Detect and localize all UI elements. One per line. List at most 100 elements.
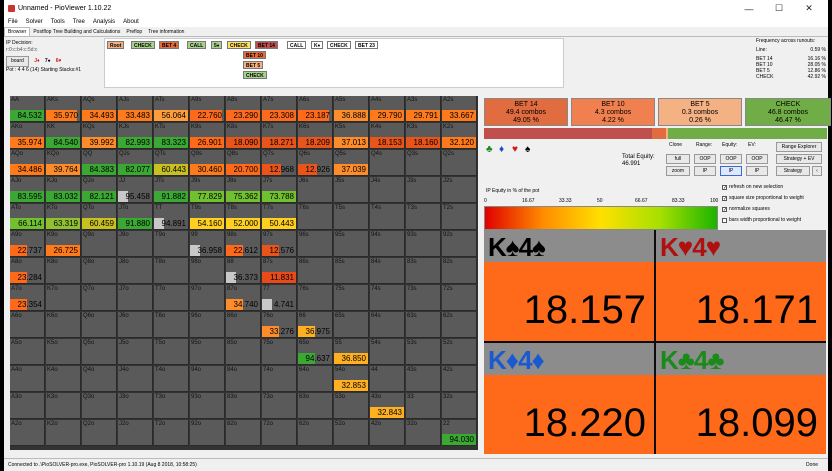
hand-cell[interactable]: QTs 60.443 <box>154 150 189 176</box>
hand-cell[interactable]: JTo 91.880 <box>118 204 153 230</box>
action-button-call[interactable]: CALL <box>287 41 307 49</box>
hand-cell[interactable]: Q9o <box>82 231 117 257</box>
hand-cell[interactable]: 93s <box>406 231 441 257</box>
hand-cell[interactable]: A8s 23.290 <box>226 96 261 122</box>
action-sub-bet-5[interactable]: BET 5 <box>243 61 264 69</box>
hand-cell[interactable]: 44 <box>370 366 405 392</box>
hand-cell[interactable]: 65o 94.637 <box>298 339 333 365</box>
hand-cell[interactable]: 55 36.850 <box>334 339 369 365</box>
action-button-bet-14[interactable]: BET 14 <box>255 41 278 49</box>
action-button-root[interactable]: Root <box>107 41 125 49</box>
strategy-box-bet-10[interactable]: BET 10 4.3 combos 4.22 % <box>571 98 655 126</box>
collapse-arrow-button[interactable]: ‹ <box>812 166 822 176</box>
hand-cell[interactable]: T5s <box>334 204 369 230</box>
hand-cell[interactable]: J5o <box>118 339 153 365</box>
hand-cell[interactable]: ATs 56.064 <box>154 96 189 122</box>
hand-cell[interactable]: T9s 54.160 <box>190 204 225 230</box>
hand-cell[interactable]: 92s <box>442 231 477 257</box>
hand-cell[interactable]: 43o 32.843 <box>370 393 405 419</box>
hand-cell[interactable]: AKs 35.970 <box>46 96 81 122</box>
refresh-checkbox[interactable]: ✓ refresh on new selection <box>722 184 783 190</box>
hand-cell[interactable]: QTo 60.459 <box>82 204 117 230</box>
hand-cell[interactable]: J4s <box>370 177 405 203</box>
hand-cell[interactable]: 84o <box>226 366 261 392</box>
hand-cell[interactable]: 76o 33.276 <box>262 312 297 338</box>
hand-cell[interactable]: AA 84.532 <box>10 96 45 122</box>
full-button[interactable]: full <box>666 154 690 164</box>
action-button-call[interactable]: CALL <box>187 41 207 49</box>
hand-cell[interactable]: QQ 84.383 <box>82 150 117 176</box>
hand-cell[interactable]: A7s 23.308 <box>262 96 297 122</box>
hand-cell[interactable]: 96o <box>190 312 225 338</box>
hand-cell[interactable]: A4o <box>10 366 45 392</box>
range-oop-button[interactable]: OOP <box>694 154 716 164</box>
hand-cell[interactable]: K5o <box>46 339 81 365</box>
equity-oop-button[interactable]: OOP <box>720 154 742 164</box>
hand-cell[interactable]: 72s <box>442 285 477 311</box>
strategy-box-bet-14[interactable]: BET 14 49.4 combos 49.05 % <box>484 98 568 126</box>
hand-cell[interactable]: 53s <box>406 339 441 365</box>
strategy-box-bet-5[interactable]: BET 5 0.3 combos 0.26 % <box>658 98 742 126</box>
hand-cell[interactable]: T8s 52.000 <box>226 204 261 230</box>
hand-cell[interactable]: KTo 63.319 <box>46 204 81 230</box>
hand-cell[interactable]: T5o <box>154 339 189 365</box>
hand-cell[interactable]: J8s 75.362 <box>226 177 261 203</box>
hand-cell[interactable]: Q9s 30.460 <box>190 150 225 176</box>
hand-cell[interactable]: T7o <box>154 285 189 311</box>
action-button-check[interactable]: CHECK <box>227 41 251 49</box>
hand-cell[interactable]: 87o 34.740 <box>226 285 261 311</box>
hand-cell[interactable]: 97o <box>190 285 225 311</box>
hand-cell[interactable]: J9s 77.829 <box>190 177 225 203</box>
normalize-checkbox[interactable]: ✓ normalize squares <box>722 206 770 212</box>
menu-about[interactable]: About <box>119 19 143 25</box>
equity-ip-button[interactable]: IP <box>720 166 742 176</box>
hand-cell[interactable]: J8o <box>118 258 153 284</box>
square-size-checkbox[interactable]: ✓ square size proportional to weight <box>722 195 804 201</box>
hand-cell[interactable]: J7s 73.788 <box>262 177 297 203</box>
hand-cell[interactable]: Q5o <box>82 339 117 365</box>
strategy-button[interactable]: Strategy <box>776 166 810 176</box>
hand-cell[interactable]: 83s <box>406 258 441 284</box>
hand-cell[interactable]: K4o <box>46 366 81 392</box>
hand-cell[interactable]: J2o <box>118 420 153 446</box>
action-sub-check[interactable]: CHECK <box>243 71 267 79</box>
ev-oop-button[interactable]: OOP <box>746 154 768 164</box>
action-button-5-[interactable]: 5♦ <box>211 41 223 49</box>
hand-cell[interactable]: AQs 34.493 <box>82 96 117 122</box>
hand-cell[interactable]: 86s <box>298 258 333 284</box>
hand-cell[interactable]: K2o <box>46 420 81 446</box>
hand-cell[interactable]: T7s 50.443 <box>262 204 297 230</box>
minimize-button[interactable]: — <box>734 4 764 14</box>
diamond-icon[interactable]: ♦ <box>499 144 504 155</box>
hand-cell[interactable]: T6o <box>154 312 189 338</box>
hand-cell[interactable]: JTs 91.882 <box>154 177 189 203</box>
hand-cell[interactable]: T6s <box>298 204 333 230</box>
hand-cell[interactable]: J3s <box>406 177 441 203</box>
club-icon[interactable]: ♣ <box>486 144 493 155</box>
close-button[interactable]: ✕ <box>794 3 824 14</box>
hand-cell[interactable]: T9o <box>154 231 189 257</box>
hand-cell[interactable]: T2s <box>442 204 477 230</box>
tab-preflop[interactable]: Preflop <box>123 28 145 36</box>
hand-cell[interactable]: 73o <box>262 393 297 419</box>
hand-cell[interactable]: 74s <box>370 285 405 311</box>
ev-ip-button[interactable]: IP <box>746 166 768 176</box>
hand-cell[interactable]: A9s 22.760 <box>190 96 225 122</box>
menu-tools[interactable]: Tools <box>47 19 69 25</box>
hand-cell[interactable]: T3o <box>154 393 189 419</box>
hand-cell[interactable]: 32s <box>442 393 477 419</box>
hand-cell[interactable]: 65s <box>334 312 369 338</box>
hand-cell[interactable]: K6s 18.209 <box>298 123 333 149</box>
hand-cell[interactable]: A5o <box>10 339 45 365</box>
hand-cell[interactable]: 42o <box>370 420 405 446</box>
hand-cell[interactable]: 43s <box>406 366 441 392</box>
hand-cell[interactable]: 82s <box>442 258 477 284</box>
hand-cell[interactable]: Q4o <box>82 366 117 392</box>
hand-cell[interactable]: 63s <box>406 312 441 338</box>
hand-cell[interactable]: A3s 29.791 <box>406 96 441 122</box>
hand-cell[interactable]: Q3s <box>406 150 441 176</box>
hand-cell[interactable]: 53o <box>334 393 369 419</box>
hand-cell[interactable]: T2o <box>154 420 189 446</box>
hand-cell[interactable]: 52s <box>442 339 477 365</box>
combo-card[interactable]: K♠4♠ 18.157 <box>484 230 654 341</box>
